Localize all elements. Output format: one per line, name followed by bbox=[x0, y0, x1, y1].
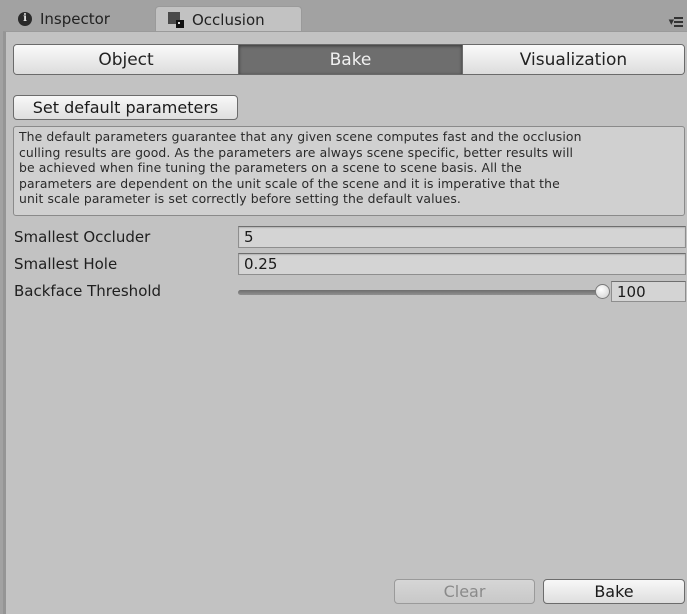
tab-menu-icon[interactable]: ▼ bbox=[669, 17, 683, 27]
backface-threshold-row: Backface Threshold 100 bbox=[14, 279, 686, 303]
segment-bake[interactable]: Bake bbox=[239, 45, 463, 74]
smallest-occluder-row: Smallest Occluder 5 bbox=[14, 225, 686, 249]
smallest-occluder-input[interactable]: 5 bbox=[238, 226, 686, 248]
tab-bar: i Inspector Occlusion ▼ bbox=[0, 0, 687, 32]
set-default-parameters-button[interactable]: Set default parameters bbox=[13, 95, 238, 120]
info-icon: i bbox=[18, 11, 32, 26]
segment-object[interactable]: Object bbox=[14, 45, 239, 74]
backface-threshold-slider[interactable] bbox=[238, 290, 602, 295]
tab-inspector-label: Inspector bbox=[40, 9, 110, 28]
smallest-hole-input[interactable]: 0.25 bbox=[238, 253, 686, 275]
tab-occlusion[interactable]: Occlusion bbox=[155, 6, 302, 32]
bake-button[interactable]: Bake bbox=[543, 579, 685, 604]
slider-thumb[interactable] bbox=[594, 284, 610, 299]
help-box: The default parameters guarantee that an… bbox=[13, 126, 685, 216]
tab-inspector[interactable]: i Inspector bbox=[14, 6, 154, 31]
smallest-hole-row: Smallest Hole 0.25 bbox=[14, 252, 686, 276]
backface-threshold-label: Backface Threshold bbox=[14, 282, 162, 300]
segment-visualization[interactable]: Visualization bbox=[463, 45, 684, 74]
backface-threshold-input[interactable]: 100 bbox=[611, 281, 686, 302]
clear-button[interactable]: Clear bbox=[394, 579, 535, 604]
smallest-hole-label: Smallest Hole bbox=[14, 255, 118, 273]
mode-segmented-control: Object Bake Visualization bbox=[13, 44, 685, 75]
occlusion-panel: Object Bake Visualization Set default pa… bbox=[3, 31, 687, 614]
occlusion-icon bbox=[168, 11, 184, 28]
tab-occlusion-label: Occlusion bbox=[192, 10, 265, 29]
smallest-occluder-label: Smallest Occluder bbox=[14, 228, 151, 246]
